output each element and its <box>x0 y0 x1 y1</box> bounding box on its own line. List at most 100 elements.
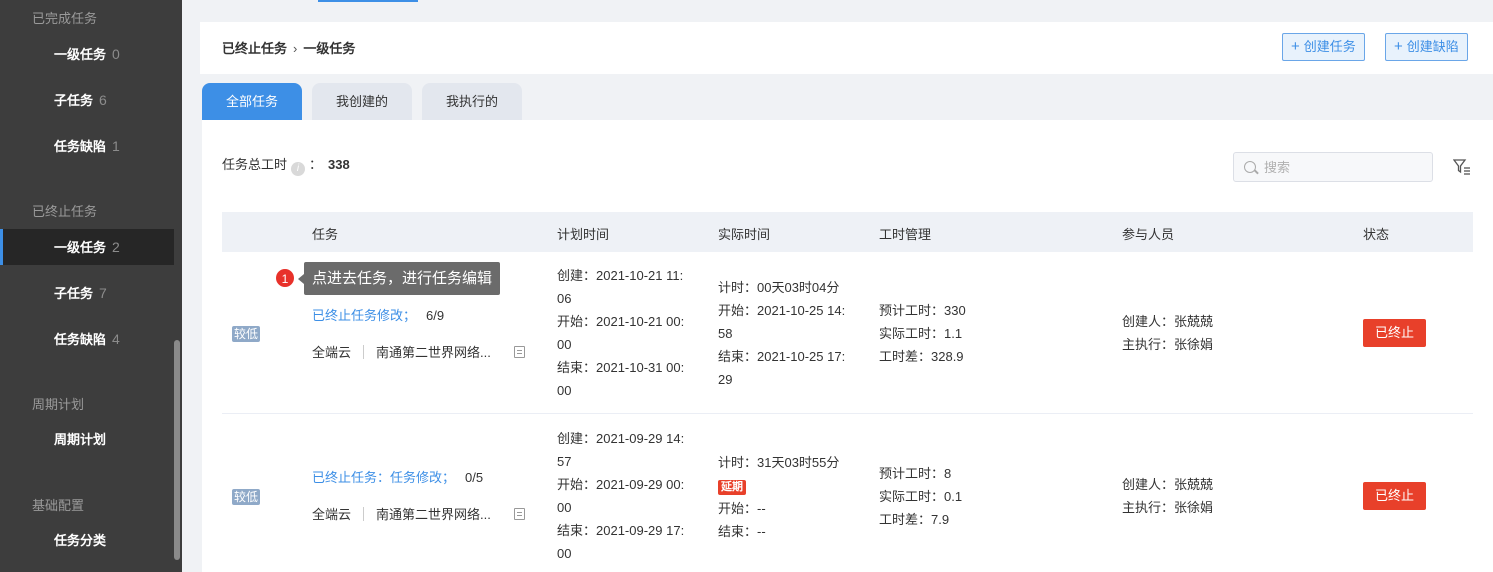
create-defect-button[interactable]: + 创建缺陷 <box>1385 33 1468 61</box>
info-icon[interactable]: i <box>291 162 306 176</box>
table-row[interactable]: 较低 已终止任务：任务修改； 0/5 全端云 南通第二世界网络... 创建：2021… <box>222 415 1473 572</box>
estimated-hours: 预计工时：330 <box>879 303 966 318</box>
sidebar: 已完成任务 一级任务 0 子任务 6 任务缺陷 1 已终止任务 一级任务 2 子任务 7 … <box>0 0 182 572</box>
sidebar-group-config: 基础配置 <box>32 498 85 513</box>
status-badge[interactable]: 已终止 <box>1363 319 1426 347</box>
actual-end: 结束：2021-10-25 17: <box>718 349 846 364</box>
sidebar-item-completed-primary[interactable]: 一级任务 0 <box>0 36 174 72</box>
sidebar-item-terminated-primary[interactable]: 一级任务 2 <box>0 229 174 265</box>
column-hours: 工时管理 <box>879 227 932 242</box>
actual-start-cont: 58 <box>718 326 733 341</box>
task-title[interactable]: 已终止任务修改； 6/9 <box>312 304 444 327</box>
sidebar-item-label: 一级任务 <box>54 240 107 255</box>
actual-time: 计时：00天03时04分 开始：2021-10-25 14: 58 结束：202… <box>718 276 868 391</box>
create-defect-label: 创建缺陷 <box>1406 39 1459 54</box>
sidebar-item-terminated-subtask[interactable]: 子任务 7 <box>0 275 174 311</box>
sidebar-item-count: 1 <box>112 138 120 154</box>
tab-executed-by-me[interactable]: 我执行的 <box>422 83 522 120</box>
status-badge[interactable]: 已终止 <box>1363 482 1426 510</box>
note-icon[interactable] <box>514 346 525 358</box>
sidebar-item-label: 任务缺陷 <box>54 332 107 347</box>
project-name: 全端云 <box>312 345 352 360</box>
priority-badge: 较低 <box>232 489 260 505</box>
top-strip <box>200 0 1493 20</box>
sidebar-item-cycle-plan[interactable]: 周期计划 <box>0 422 174 458</box>
create-task-label: 创建任务 <box>1303 39 1356 54</box>
breadcrumb-parent[interactable]: 已终止任务 <box>222 41 287 56</box>
plan-end: 结束：2021-09-29 17: <box>557 523 685 538</box>
plan-start-cont: 00 <box>557 500 572 515</box>
plus-icon: + <box>1394 38 1403 55</box>
actual-hours: 实际工时：0.1 <box>879 489 963 504</box>
sidebar-item-count: 0 <box>112 46 120 62</box>
tab-all-tasks[interactable]: 全部任务 <box>202 83 302 120</box>
creator: 创建人：张兢兢 <box>1122 314 1214 329</box>
task-progress-count: 0/5 <box>465 470 484 485</box>
estimated-hours: 预计工时：8 <box>879 466 952 481</box>
hours-info: 预计工时：8 实际工时：0.1 工时差：7.9 <box>879 462 962 531</box>
divider <box>363 507 365 521</box>
page-header: 已终止任务 › 一级任务 + 创建任务 + 创建缺陷 <box>200 22 1493 74</box>
plan-start-cont: 00 <box>557 337 572 352</box>
task-project: 全端云 南通第二世界网络... <box>312 341 491 364</box>
plan-end: 结束：2021-10-31 00: <box>557 360 685 375</box>
members-info: 创建人：张兢兢 主执行：张徐娟 <box>1122 473 1213 519</box>
breadcrumb: 已终止任务 › 一级任务 <box>222 38 355 57</box>
project-detail: 南通第二世界网络... <box>376 345 491 360</box>
search-icon <box>1244 161 1256 173</box>
column-actual-time: 实际时间 <box>718 227 771 242</box>
members-info: 创建人：张兢兢 主执行：张徐娟 <box>1122 310 1213 356</box>
plan-created-cont: 57 <box>557 454 572 469</box>
hours-diff: 工时差：7.9 <box>879 512 950 527</box>
sidebar-item-completed-defect[interactable]: 任务缺陷 1 <box>0 128 174 164</box>
sidebar-item-count: 2 <box>112 239 120 255</box>
project-detail: 南通第二世界网络... <box>376 507 491 522</box>
create-task-button[interactable]: + 创建任务 <box>1282 33 1365 61</box>
divider <box>363 345 365 359</box>
sidebar-item-label: 子任务 <box>54 286 94 301</box>
plan-created: 创建：2021-09-29 14: <box>557 431 685 446</box>
table-header: 任务 计划时间 实际时间 工时管理 参与人员 状态 <box>222 212 1473 252</box>
total-hours-label: 任务总工时 <box>222 157 288 172</box>
hint-tooltip: 点进去任务，进行任务编辑 <box>297 262 501 295</box>
sidebar-group-completed: 已完成任务 <box>32 11 98 26</box>
sidebar-item-count: 7 <box>99 285 107 301</box>
plan-start: 开始：2021-09-29 00: <box>557 477 685 492</box>
plan-end-cont: 00 <box>557 383 572 398</box>
actual-timer: 计时：31天03时55分 <box>718 455 840 470</box>
task-project: 全端云 南通第二世界网络... <box>312 503 491 526</box>
actual-start: 开始：-- <box>718 501 766 516</box>
hint-step-badge: 1 <box>275 268 295 288</box>
sidebar-item-completed-subtask[interactable]: 子任务 6 <box>0 82 174 118</box>
plan-start: 开始：2021-10-21 00: <box>557 314 685 329</box>
search-input[interactable] <box>1264 158 1424 176</box>
task-panel: 任务总工时i： 338 任务 计划时间 实际时间 工时管理 参与人员 状态 较低 … <box>202 120 1493 572</box>
creator: 创建人：张兢兢 <box>1122 477 1214 492</box>
plan-created: 创建：2021-10-21 11: <box>557 268 684 283</box>
total-hours-colon: ： <box>309 157 323 172</box>
sidebar-scrollbar[interactable] <box>174 340 180 560</box>
task-link[interactable]: 已终止任务：任务修改； <box>312 470 455 485</box>
sidebar-item-label: 周期计划 <box>54 432 107 447</box>
hours-diff: 工时差：328.9 <box>879 349 964 364</box>
priority-badge: 较低 <box>232 326 260 342</box>
filter-icon[interactable] <box>1453 158 1471 176</box>
sidebar-item-task-category[interactable]: 任务分类 <box>0 523 174 559</box>
sidebar-group-terminated: 已终止任务 <box>32 204 98 219</box>
plan-end-cont: 00 <box>557 546 572 561</box>
sidebar-group-cycle: 周期计划 <box>32 397 85 412</box>
breadcrumb-separator: › <box>293 41 298 56</box>
note-icon[interactable] <box>514 508 525 520</box>
plan-created-cont: 06 <box>557 291 572 306</box>
tab-created-by-me[interactable]: 我创建的 <box>312 83 412 120</box>
task-link[interactable]: 已终止任务修改； <box>312 308 416 323</box>
sidebar-item-terminated-defect[interactable]: 任务缺陷 4 <box>0 321 174 357</box>
sidebar-item-label: 一级任务 <box>54 47 107 62</box>
search-box[interactable] <box>1233 152 1433 182</box>
delay-badge: 延期 <box>718 480 746 495</box>
task-title[interactable]: 已终止任务：任务修改； 0/5 <box>312 466 483 489</box>
actual-time: 计时：31天03时55分 延期 开始：-- 结束：-- <box>718 451 868 543</box>
plan-time: 创建：2021-09-29 14: 57 开始：2021-09-29 00: 0… <box>557 427 707 565</box>
actual-start: 开始：2021-10-25 14: <box>718 303 846 318</box>
column-members: 参与人员 <box>1122 227 1175 242</box>
